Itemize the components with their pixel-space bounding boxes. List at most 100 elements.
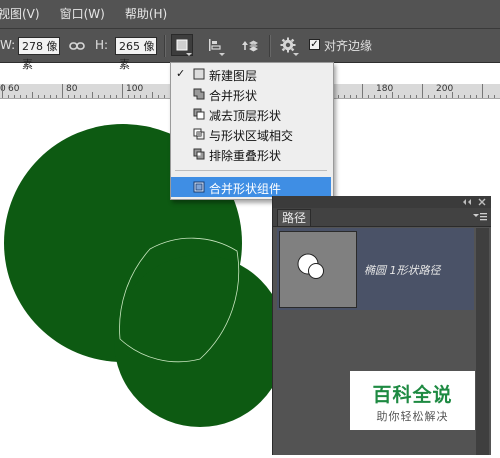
menu-help[interactable]: 帮助(H) (115, 0, 177, 28)
ruler-label: 200 (436, 84, 454, 94)
menu-bar: 视图(V) 窗口(W) 帮助(H) (0, 0, 500, 29)
ruler-tick (488, 95, 489, 98)
ruler-tick (56, 95, 57, 98)
ruler-tick (452, 92, 453, 98)
ruler-tick (476, 95, 477, 98)
ruler-tick (152, 92, 153, 98)
ruler-tick (80, 95, 81, 98)
height-label: H: (95, 38, 109, 52)
ruler-tick (134, 95, 135, 98)
ruler-tick (74, 95, 75, 98)
align-edges-checkbox[interactable]: ✓ (309, 39, 320, 50)
ruler-tick (128, 95, 129, 98)
menu-item-label: 减去顶层形状 (209, 109, 282, 123)
ruler-tick (374, 95, 375, 98)
path-name: 椭圆 1形状路径 (364, 264, 441, 277)
ruler-tick (368, 95, 369, 98)
exclude-overlap-icon (193, 148, 205, 160)
ruler-tick (344, 95, 345, 98)
ruler-tick (2, 84, 3, 98)
ruler-tick (482, 84, 483, 98)
ruler-tick (104, 95, 105, 98)
ruler-tick (26, 95, 27, 98)
panel-header (273, 196, 491, 208)
ruler-tick (32, 92, 33, 98)
menu-item-combine-shapes[interactable]: 合并形状 (171, 84, 331, 104)
ruler-tick (392, 92, 393, 98)
chevron-down-icon (186, 53, 192, 56)
ruler-tick (428, 95, 429, 98)
ruler-label: 180 (376, 84, 394, 94)
ruler-tick (116, 95, 117, 98)
menu-item-label: 排除重叠形状 (209, 149, 282, 163)
menu-item-exclude-overlap[interactable]: 排除重叠形状 (171, 144, 331, 164)
ruler-tick (398, 95, 399, 98)
watermark-title: 百科全说 (372, 384, 453, 406)
ruler-tick (20, 95, 21, 98)
menu-item-new-layer[interactable]: ✓ 新建图层 (171, 64, 331, 84)
ruler-tick (362, 84, 363, 98)
separator (164, 35, 166, 57)
ruler-label: 100 (126, 84, 144, 94)
close-icon[interactable] (478, 198, 486, 206)
ruler-tick (62, 84, 63, 98)
ruler-tick (86, 95, 87, 98)
align-icon (209, 39, 221, 51)
ruler-tick (164, 95, 165, 98)
ellipse-shape-small[interactable] (114, 255, 286, 427)
ruler-tick (14, 95, 15, 98)
menu-item-label: 新建图层 (209, 69, 258, 83)
menu-item-subtract-front-shape[interactable]: 减去顶层形状 (171, 104, 331, 124)
menu-item-merge-shape-components[interactable]: 合并形状组件 (171, 177, 331, 197)
menu-view[interactable]: 视图(V) (0, 0, 50, 28)
chevron-down-icon (219, 53, 225, 56)
width-label: W: (0, 38, 16, 52)
tab-paths[interactable]: 路径 (277, 209, 311, 226)
menu-item-intersect-shapes[interactable]: 与形状区域相交 (171, 124, 331, 144)
ruler-tick (122, 84, 123, 98)
options-bar: W: 278 像素 H: 265 像素 ✓ 对齐边缘 (0, 29, 500, 71)
combine-shapes-icon (193, 88, 205, 100)
new-layer-icon (193, 68, 205, 80)
path-list-item[interactable]: 椭圆 1形状路径 (277, 228, 474, 310)
ruler-tick (356, 95, 357, 98)
ruler-tick (98, 95, 99, 98)
ruler-tick (410, 95, 411, 98)
ruler-tick (92, 92, 93, 98)
menu-item-label: 合并形状组件 (209, 182, 282, 196)
chevron-down-icon (293, 53, 299, 56)
menu-item-label: 与形状区域相交 (209, 129, 294, 143)
height-field[interactable]: 265 像素 (115, 37, 157, 71)
panel-menu-icon[interactable] (473, 212, 487, 222)
ruler-tick (434, 95, 435, 98)
collapse-icon[interactable] (463, 199, 473, 205)
path-arrangement-button[interactable] (238, 34, 260, 56)
link-icon[interactable] (66, 35, 88, 57)
ruler-tick (446, 95, 447, 98)
menu-item-label: 合并形状 (209, 89, 258, 103)
separator (269, 35, 271, 57)
ruler-tick (458, 95, 459, 98)
ruler-tick (422, 84, 423, 98)
ruler-tick (386, 95, 387, 98)
ruler-tick (416, 95, 417, 98)
subtract-shape-icon (193, 108, 205, 120)
ruler-tick (140, 95, 141, 98)
ruler-tick (146, 95, 147, 98)
menu-window[interactable]: 窗口(W) (50, 0, 115, 28)
ruler-tick (338, 95, 339, 98)
ruler-tick (350, 95, 351, 98)
menu-divider (175, 170, 327, 171)
ruler-tick (470, 95, 471, 98)
merge-components-icon (193, 181, 205, 193)
ruler-label: 60 (8, 84, 20, 94)
ruler-tick (464, 95, 465, 98)
ruler-tick (8, 95, 9, 98)
width-field[interactable]: 278 像素 (18, 37, 60, 71)
path-thumbnail (279, 231, 357, 308)
panel-scrollbar[interactable] (476, 228, 489, 455)
watermark-subtitle: 助你轻松解决 (376, 410, 449, 423)
ruler-tick (68, 95, 69, 98)
ruler-tick (158, 95, 159, 98)
ruler-label: 80 (66, 84, 78, 94)
